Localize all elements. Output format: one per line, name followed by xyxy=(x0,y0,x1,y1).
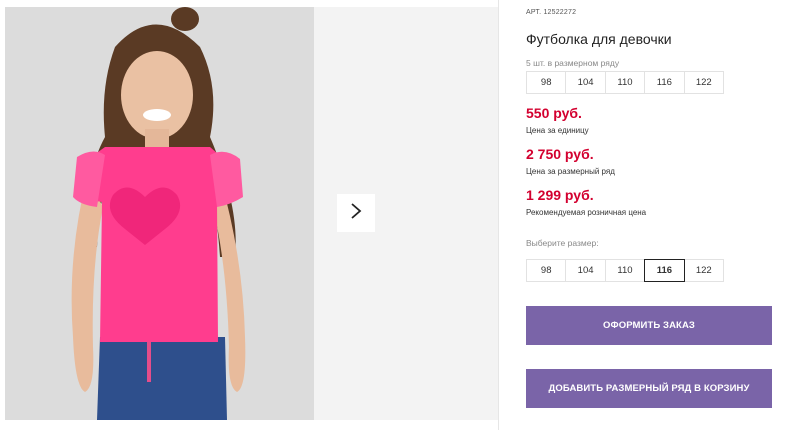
size-picker: 98 104 110 116 122 xyxy=(526,259,724,282)
pack-size-item: 104 xyxy=(565,71,606,94)
size-option-selected[interactable]: 116 xyxy=(644,259,685,282)
add-pack-to-cart-button[interactable]: ДОБАВИТЬ РАЗМЕРНЫЙ РЯД В КОРЗИНУ xyxy=(526,369,772,408)
article-value: 12522272 xyxy=(543,9,577,16)
size-picker-label: Выберите размер: xyxy=(526,238,599,248)
retail-price-label: Рекомендуемая розничная цена xyxy=(526,208,647,217)
size-option[interactable]: 122 xyxy=(683,259,724,282)
product-photo xyxy=(5,7,314,420)
chevron-right-icon xyxy=(350,202,362,225)
size-option[interactable]: 110 xyxy=(604,259,646,282)
pack-size-item: 116 xyxy=(644,71,685,94)
pack-price-label: Цена за размерный ряд xyxy=(526,167,615,176)
pack-price: 2 750 руб. xyxy=(526,146,594,162)
unit-price: 550 руб. xyxy=(526,105,582,121)
checkout-button[interactable]: ОФОРМИТЬ ЗАКАЗ xyxy=(526,306,772,345)
pack-size-list: 98 104 110 116 122 xyxy=(526,71,724,94)
unit-price-label: Цена за единицу xyxy=(526,126,589,135)
retail-price: 1 299 руб. xyxy=(526,187,594,203)
panel-divider xyxy=(498,0,499,430)
size-option[interactable]: 98 xyxy=(526,259,567,282)
pack-size-item: 110 xyxy=(604,71,646,94)
article-label: АРТ. xyxy=(526,9,542,16)
pack-size-item: 98 xyxy=(526,71,567,94)
product-title: Футболка для девочки xyxy=(526,31,672,47)
pack-size-item: 122 xyxy=(683,71,724,94)
size-option[interactable]: 104 xyxy=(565,259,606,282)
article-number: АРТ. 12522272 xyxy=(526,9,576,16)
product-photo-image xyxy=(5,7,314,420)
pack-count: 5 шт. в размерном ряду xyxy=(526,58,620,68)
product-gallery xyxy=(0,0,500,430)
gallery-next-button[interactable] xyxy=(337,194,375,232)
